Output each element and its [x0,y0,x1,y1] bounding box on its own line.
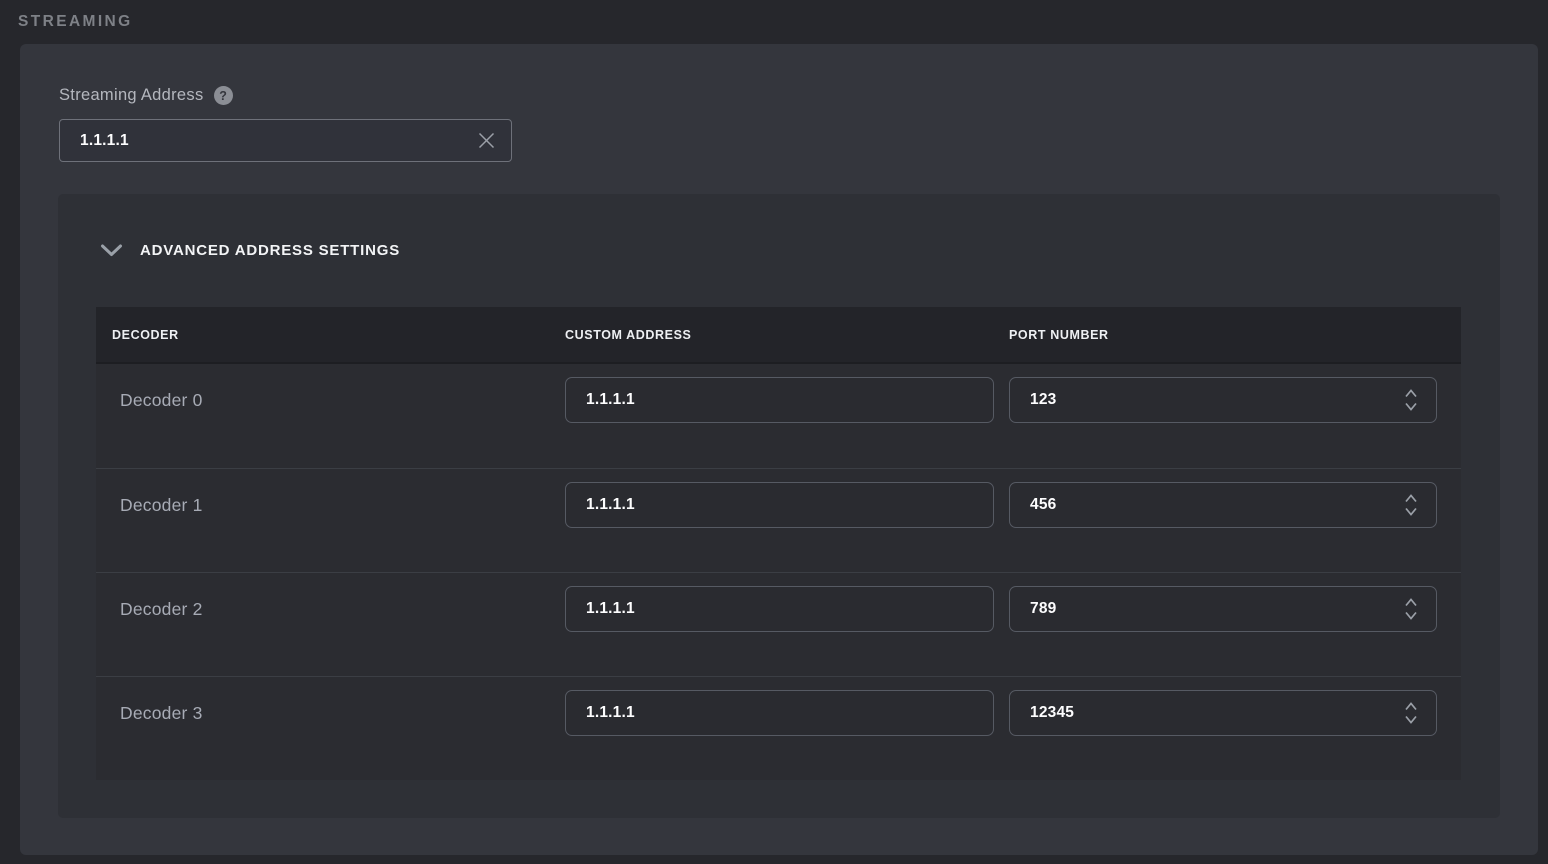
custom-address-cell [565,482,1009,528]
stepper-icon[interactable] [1403,389,1419,411]
advanced-address-settings-panel: ADVANCED ADDRESS SETTINGS DECODER CUSTOM… [58,194,1500,818]
custom-address-input[interactable] [565,586,994,632]
streaming-address-field [59,119,512,162]
port-number-input[interactable] [1009,690,1437,736]
port-number-input[interactable] [1009,586,1437,632]
advanced-settings-title: ADVANCED ADDRESS SETTINGS [140,242,400,259]
decoder-cell: Decoder 2 [96,586,565,632]
chevron-down-icon [100,244,123,257]
decoder-label: Decoder 3 [120,690,203,736]
streaming-settings-panel: Streaming Address ? ADVANCED ADDRESS SET… [20,44,1538,855]
column-header-custom-address: CUSTOM ADDRESS [565,328,1009,342]
decoder-cell: Decoder 0 [96,377,565,423]
column-header-port-number: PORT NUMBER [1009,328,1461,342]
stepper-icon[interactable] [1403,702,1419,724]
custom-address-cell [565,690,1009,736]
decoder-table: DECODER CUSTOM ADDRESS PORT NUMBER Decod… [96,307,1461,780]
table-row: Decoder 0 [96,364,1461,468]
table-row: Decoder 2 [96,572,1461,676]
custom-address-cell [565,377,1009,423]
custom-address-input[interactable] [565,690,994,736]
custom-address-cell [565,586,1009,632]
port-number-cell [1009,690,1461,736]
help-icon[interactable]: ? [214,86,233,105]
decoder-label: Decoder 0 [120,377,203,423]
custom-address-input[interactable] [565,377,994,423]
streaming-address-label: Streaming Address [59,86,204,105]
advanced-settings-toggle[interactable]: ADVANCED ADDRESS SETTINGS [100,194,400,307]
decoder-cell: Decoder 1 [96,482,565,528]
decoder-cell: Decoder 3 [96,690,565,736]
port-number-cell [1009,482,1461,528]
decoder-label: Decoder 1 [120,482,203,528]
stepper-icon[interactable] [1403,598,1419,620]
port-number-cell [1009,586,1461,632]
table-row: Decoder 3 [96,676,1461,780]
decoder-label: Decoder 2 [120,586,203,632]
table-row: Decoder 1 [96,468,1461,572]
port-number-input[interactable] [1009,377,1437,423]
port-number-cell [1009,377,1461,423]
page-title: STREAMING [18,13,133,31]
streaming-address-label-row: Streaming Address ? [59,86,233,105]
table-header-row: DECODER CUSTOM ADDRESS PORT NUMBER [96,307,1461,364]
stepper-icon[interactable] [1403,494,1419,516]
streaming-address-input[interactable] [80,132,474,150]
custom-address-input[interactable] [565,482,994,528]
table-body: Decoder 0 [96,364,1461,780]
port-number-input[interactable] [1009,482,1437,528]
clear-icon[interactable] [474,129,498,153]
column-header-decoder: DECODER [96,328,565,342]
